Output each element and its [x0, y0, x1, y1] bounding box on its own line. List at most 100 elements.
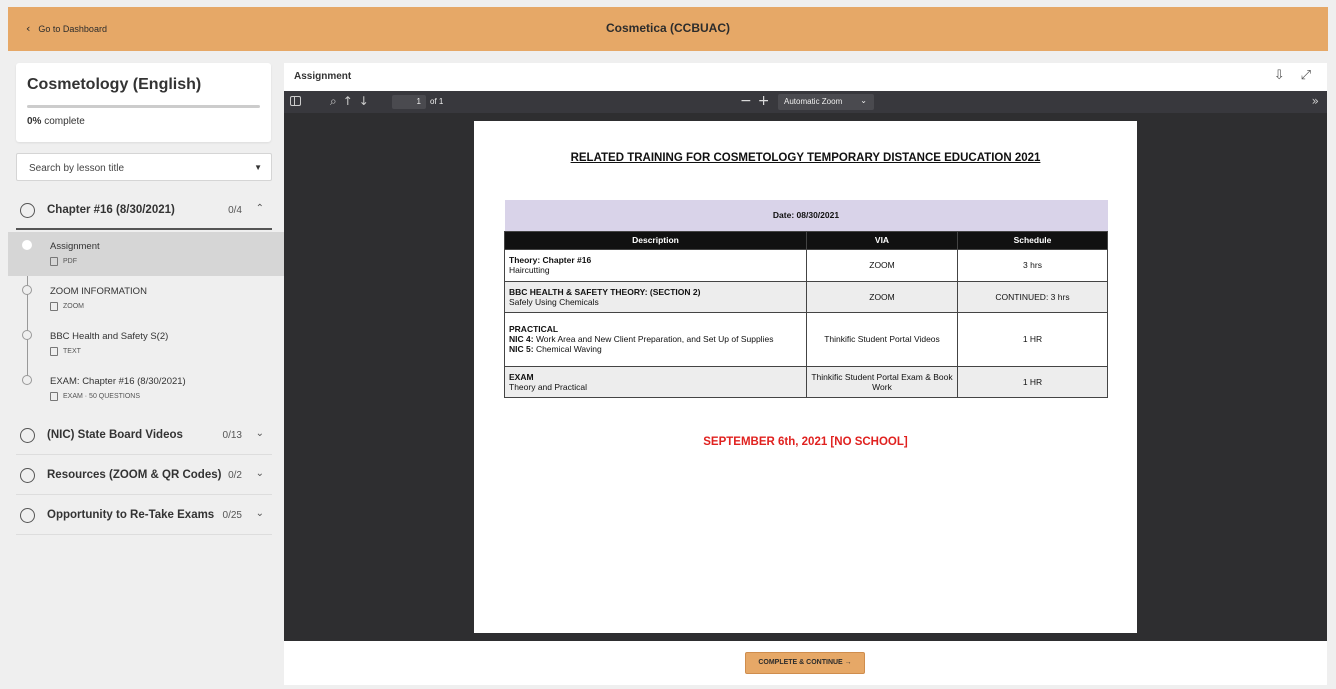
course-sidebar: Cosmetology (English) 0% complete Search…	[8, 51, 284, 689]
description-cell: Theory: Chapter #16 Haircutting	[504, 248, 807, 282]
lesson-type-label: PDF	[63, 258, 77, 265]
arrow-down-icon[interactable]: ↓	[359, 94, 375, 108]
zoom-in-icon[interactable]: +	[758, 93, 776, 109]
zoom-select[interactable]: Automatic Zoom ⌄	[778, 94, 874, 110]
chapter-count: 0/13	[222, 430, 242, 441]
column-header: Description	[504, 230, 807, 250]
chapter-status-icon	[20, 468, 35, 483]
download-icon[interactable]: ⇩	[1274, 68, 1285, 83]
chapter-16[interactable]: Chapter #16 (8/30/2021) 0/4 ⌃	[16, 191, 272, 230]
chapter-resources[interactable]: Resources (ZOOM & QR Codes) 0/2 ⌄	[16, 456, 272, 495]
chapter-count: 0/2	[228, 470, 242, 481]
chapter-status-icon	[20, 428, 35, 443]
table-row: PRACTICAL NIC 4: Work Area and New Client…	[504, 311, 1108, 367]
chapter-count: 0/25	[222, 510, 242, 521]
text-file-icon	[50, 347, 58, 356]
description-bold: Theory: Chapter #16	[509, 255, 592, 265]
lesson-assignment[interactable]: Assignment PDF	[8, 232, 284, 276]
lesson-type-label: TEXT	[63, 348, 81, 355]
lesson-type: TEXT	[50, 347, 81, 356]
lesson-title: ZOOM INFORMATION	[50, 286, 147, 297]
page-number-input[interactable]: 1	[392, 95, 426, 109]
complete-continue-button[interactable]: COMPLETE & CONTINUE →	[745, 652, 865, 674]
schedule-table: Date: 08/30/2021 Description VIA Schedul…	[504, 200, 1108, 398]
sidebar-toggle-icon[interactable]	[290, 96, 301, 106]
zoom-file-icon	[50, 302, 58, 311]
nic5-text: Chemical Waving	[535, 344, 602, 354]
lesson-search-dropdown[interactable]: Search by lesson title ▼	[16, 153, 272, 181]
schedule-cell: 1 HR	[957, 311, 1108, 367]
table-row: Theory: Chapter #16 Haircutting ZOOM 3 hr…	[504, 248, 1108, 282]
table-row: BBC HEALTH & SAFETY THEORY: (SECTION 2) S…	[504, 280, 1108, 313]
arrow-up-icon[interactable]: ↑	[343, 94, 359, 108]
chapter-title: (NIC) State Board Videos	[47, 429, 183, 441]
chapter-count: 0/4	[228, 205, 242, 216]
progress-suffix: complete	[44, 116, 85, 127]
zoom-out-icon[interactable]: −	[740, 93, 758, 109]
description-text: Safely Using Chemicals	[509, 296, 599, 307]
progress-text: 0% complete	[27, 116, 85, 127]
description-cell: EXAM Theory and Practical	[504, 365, 807, 398]
progress-bar	[27, 105, 260, 108]
lesson-title: Assignment	[50, 241, 100, 252]
lesson-type: PDF	[50, 257, 77, 266]
via-cell: ZOOM	[806, 280, 958, 313]
chapter-status-icon	[20, 508, 35, 523]
chevron-down-icon: ⌄	[255, 468, 264, 479]
exam-file-icon	[50, 392, 58, 401]
chapter-title: Opportunity to Re-Take Exams	[47, 509, 215, 521]
header-icons: ⇩ ⤢	[1274, 68, 1311, 83]
search-placeholder: Search by lesson title	[29, 163, 125, 174]
document-title: RELATED TRAINING FOR COSMETOLOGY TEMPORA…	[570, 152, 1041, 164]
site-title: Cosmetica (CCBUAC)	[605, 21, 730, 35]
chevron-down-icon: ⌄	[255, 428, 264, 439]
top-bar: ‹ Go to Dashboard Cosmetica (CCBUAC)	[8, 7, 1328, 51]
table-row: EXAM Theory and Practical Thinkific Stude…	[504, 365, 1108, 398]
lesson-status-icon	[22, 375, 32, 385]
chapter-status-icon	[20, 203, 35, 218]
description-cell: PRACTICAL NIC 4: Work Area and New Client…	[504, 311, 807, 367]
lesson-type-label: ZOOM	[63, 303, 84, 310]
lesson-exam-chapter-16[interactable]: EXAM: Chapter #16 (8/30/2021) EXAM · 50 …	[8, 367, 284, 411]
progress-value: 0%	[27, 116, 42, 127]
lesson-status-icon	[22, 285, 32, 295]
chapter-re-take-exams[interactable]: Opportunity to Re-Take Exams 0/25 ⌄	[16, 496, 272, 535]
search-icon[interactable]: ⌕	[330, 94, 343, 108]
viewer-header: Assignment ⇩ ⤢	[284, 63, 1327, 91]
lesson-footer: COMPLETE & CONTINUE →	[284, 641, 1327, 685]
chevron-down-icon: ⌄	[860, 96, 867, 105]
description-bold: EXAM	[509, 371, 534, 382]
chapter-nic-state-board-videos[interactable]: (NIC) State Board Videos 0/13 ⌄	[16, 416, 272, 455]
lesson-type: EXAM · 50 QUESTIONS	[50, 392, 140, 401]
via-cell: Thinkific Student Portal Exam & Book Wor…	[806, 365, 958, 398]
lesson-title: EXAM: Chapter #16 (8/30/2021)	[50, 376, 186, 387]
expand-icon[interactable]: ⤢	[1301, 68, 1311, 83]
pdf-file-icon	[50, 257, 58, 266]
zoom-value: Automatic Zoom	[784, 97, 843, 106]
description-text: Theory and Practical	[509, 381, 587, 392]
pdf-toolbar: ⌕↑↓ 1 of 1 −+ Automatic Zoom ⌄ »	[284, 91, 1327, 113]
nic4-text: Work Area and New Client Preparation, an…	[535, 334, 774, 344]
lesson-status-icon	[22, 240, 32, 250]
lesson-zoom-information[interactable]: ZOOM INFORMATION ZOOM	[8, 277, 284, 321]
via-cell: Thinkific Student Portal Videos	[806, 311, 958, 367]
description-bold: BBC HEALTH & SAFETY THEORY: (SECTION 2)	[509, 286, 701, 297]
schedule-cell: CONTINUED: 3 hrs	[957, 280, 1108, 313]
double-chevron-right-icon[interactable]: »	[1312, 94, 1319, 108]
date-row: Date: 08/30/2021	[504, 200, 1108, 231]
caret-down-icon: ▼	[254, 163, 262, 172]
chevron-down-icon: ⌄	[255, 508, 264, 519]
lesson-type-label: EXAM · 50 QUESTIONS	[63, 393, 141, 400]
chapter-title: Resources (ZOOM & QR Codes)	[47, 469, 222, 481]
lesson-bbc-health-safety[interactable]: BBC Health and Safety S(2) TEXT	[8, 322, 284, 366]
description-cell: BBC HEALTH & SAFETY THEORY: (SECTION 2) S…	[504, 280, 807, 313]
lesson-title: BBC Health and Safety S(2)	[50, 331, 169, 342]
course-card: Cosmetology (English) 0% complete	[16, 63, 271, 142]
zoom-controls: −+	[740, 93, 775, 109]
schedule-cell: 1 HR	[957, 365, 1108, 398]
nic4-label: NIC 4:	[509, 334, 534, 344]
via-cell: ZOOM	[806, 248, 958, 282]
column-header: Schedule	[957, 230, 1108, 250]
lesson-status-icon	[22, 330, 32, 340]
date-cell: Date: 08/30/2021	[504, 200, 1108, 231]
